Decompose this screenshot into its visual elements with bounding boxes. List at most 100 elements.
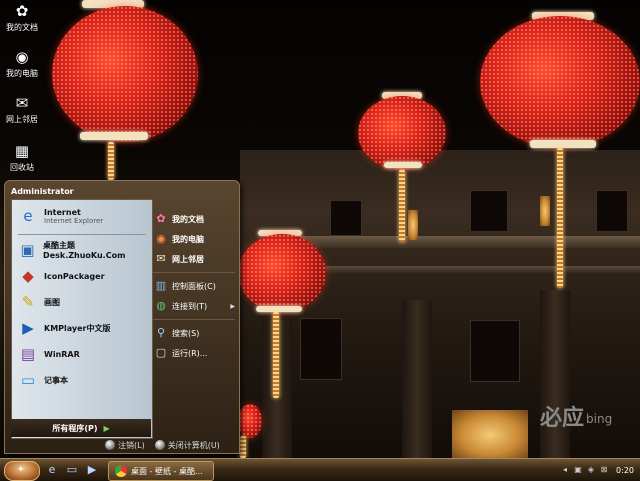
building-window <box>470 190 508 232</box>
start-place-label: 运行(R)... <box>172 348 208 358</box>
lantern-tassel <box>273 312 279 398</box>
building-column <box>402 300 432 460</box>
start-recent-item[interactable]: ◆ IconPackager <box>12 263 152 289</box>
building-column <box>540 290 570 460</box>
windows-logo-icon: ✦ <box>17 465 25 475</box>
lantern-tassel <box>557 148 563 288</box>
start-recent-item[interactable]: ✎ 画图 <box>12 289 152 315</box>
start-place-label: 网上邻居 <box>172 254 204 264</box>
recent-item-title: 桌酷主题Desk.ZhuoKu.Com <box>43 241 126 260</box>
arrow-right-icon: ▶ <box>103 423 110 433</box>
lit-window <box>540 196 550 226</box>
start-recent-item[interactable]: ▤ WinRAR <box>12 341 152 367</box>
desktop-icon-my-computer[interactable]: ◉ 我的电脑 <box>2 48 42 79</box>
bing-watermark: 必应 bing <box>540 406 613 431</box>
start-menu-separator <box>18 234 146 235</box>
lantern <box>52 6 198 142</box>
shutdown-button[interactable]: 关闭计算机(U) <box>154 440 220 451</box>
pinned-item-subtitle: Internet Explorer <box>44 216 104 225</box>
start-place-network[interactable]: ✉ 网上邻居 <box>153 249 235 269</box>
start-place-control-panel[interactable]: ▥ 控制面板(C) <box>153 276 235 296</box>
connect-icon: ◍ <box>156 299 166 312</box>
tray-volume-icon[interactable]: ◈ <box>586 465 596 475</box>
desktop-icon-label: 回收站 <box>10 163 34 172</box>
building-window <box>470 320 520 382</box>
desktop-icon-my-documents[interactable]: ✿ 我的文档 <box>2 2 42 33</box>
network-icon: ✉ <box>156 252 166 265</box>
start-menu-power-bar: 注销(L) 关闭计算机(U) <box>105 437 235 453</box>
pinned-item-title: Internet <box>44 207 81 217</box>
start-place-label: 我的电脑 <box>172 234 204 244</box>
start-recent-item[interactable]: ▭ 记事本 <box>12 367 152 393</box>
my-documents-icon: ✿ <box>15 2 29 20</box>
start-recent-item[interactable]: ▶ KMPlayer中文版 <box>12 315 152 341</box>
recent-item-title: IconPackager <box>44 271 105 281</box>
start-place-label: 搜索(S) <box>172 328 200 338</box>
start-place-label: 连接到(T) <box>172 301 208 311</box>
quicklaunch-show-desktop-icon[interactable]: ▭ <box>64 462 80 478</box>
recycle-bin-icon: ▦ <box>14 142 30 160</box>
desktop-icon-network[interactable]: ✉ 网上邻居 <box>2 94 42 125</box>
quicklaunch-ie-icon[interactable]: e <box>44 462 60 478</box>
lit-window <box>408 210 418 240</box>
desktop-icon-label: 网上邻居 <box>6 115 38 124</box>
browser-icon <box>115 465 127 477</box>
start-menu-username: Administrator <box>11 187 74 196</box>
lantern <box>358 96 446 170</box>
lantern <box>480 16 640 148</box>
start-recent-item[interactable]: ▣ 桌酷主题Desk.ZhuoKu.Com <box>12 237 152 263</box>
tray-security-icon[interactable]: ⊠ <box>599 465 609 475</box>
my-documents-icon: ✿ <box>156 212 166 225</box>
start-place-connect[interactable]: ◍ 连接到(T) ▶ <box>153 296 235 316</box>
notepad-icon: ▭ <box>20 371 36 389</box>
start-place-my-computer[interactable]: ◉ 我的电脑 <box>153 229 235 249</box>
taskbar-window-button[interactable]: 桌面 - 壁纸 - 桌酷... <box>108 461 214 481</box>
logoff-icon <box>105 440 115 450</box>
control-panel-icon: ▥ <box>155 279 167 292</box>
clock[interactable]: 0:20 <box>616 466 634 475</box>
start-place-search[interactable]: ⚲ 搜索(S) <box>153 323 235 343</box>
lantern-cap <box>384 162 422 168</box>
start-place-run[interactable]: ▢ 运行(R)... <box>153 343 235 363</box>
start-place-my-documents[interactable]: ✿ 我的文档 <box>153 209 235 229</box>
building-window <box>596 190 628 232</box>
start-menu-separator <box>153 272 235 273</box>
lantern-tassel <box>240 436 246 458</box>
quicklaunch-media-icon[interactable]: ▶ <box>84 462 100 478</box>
building-window <box>330 200 362 236</box>
logoff-label: 注销(L) <box>118 440 145 450</box>
start-menu-places: ✿ 我的文档 ◉ 我的电脑 ✉ 网上邻居 ▥ 控制面板(C) ◍ 连接到(T) ▶ ⚲ 搜索(S) ▢ 运行… <box>153 209 235 429</box>
chevron-right-icon: ▶ <box>230 302 235 310</box>
my-computer-icon: ◉ <box>15 48 29 66</box>
power-icon <box>154 440 165 450</box>
lantern-cap <box>80 132 148 140</box>
search-icon: ⚲ <box>156 326 166 339</box>
start-place-label: 我的文档 <box>172 214 204 224</box>
desktop-icon-label: 我的文档 <box>6 23 38 32</box>
logoff-button[interactable]: 注销(L) <box>105 440 145 451</box>
recent-item-title: WinRAR <box>44 349 80 359</box>
lantern-cap <box>530 140 596 148</box>
ie-icon: e <box>23 207 33 225</box>
lantern <box>238 234 326 312</box>
desktop-icon-recycle-bin[interactable]: ▦ 回收站 <box>2 142 42 173</box>
zhuoku-icon: ▣ <box>20 241 35 259</box>
all-programs-button[interactable]: 所有程序(P) ▶ <box>11 419 151 437</box>
winrar-icon: ▤ <box>20 345 36 363</box>
recent-item-title: 画图 <box>44 297 60 307</box>
lit-window <box>452 410 528 460</box>
my-computer-icon: ◉ <box>156 232 166 245</box>
lantern-tassel <box>399 170 405 242</box>
start-menu: Administrator e Internet Internet Explorer… <box>4 180 240 454</box>
tray-arrow-icon[interactable]: ◂ <box>560 465 570 475</box>
network-icon: ✉ <box>15 94 29 112</box>
start-menu-separator <box>153 319 235 320</box>
start-pinned-item[interactable]: e Internet Internet Explorer <box>12 200 152 232</box>
start-button[interactable]: ✦ <box>4 461 40 481</box>
tray-network-icon[interactable]: ▣ <box>573 465 583 475</box>
iconpackager-icon: ◆ <box>22 267 34 285</box>
taskbar-window-title: 桌面 - 壁纸 - 桌酷... <box>131 466 203 476</box>
lantern <box>238 404 262 438</box>
lantern-cap <box>256 306 302 312</box>
paint-icon: ✎ <box>21 293 35 311</box>
